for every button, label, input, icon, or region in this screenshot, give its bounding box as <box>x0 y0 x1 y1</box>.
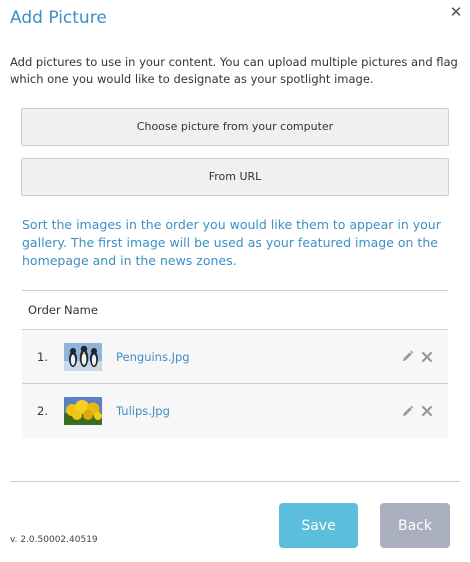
table-row[interactable]: 1. Penguins.Jpg <box>22 330 448 384</box>
file-name-link[interactable]: Penguins.Jpg <box>116 350 400 364</box>
save-button[interactable]: Save <box>279 503 358 548</box>
pictures-table: Order Name 1. Penguins.Jpg 2. Tulips.Jpg <box>22 290 448 438</box>
edit-icon[interactable] <box>400 404 414 418</box>
table-row[interactable]: 2. Tulips.Jpg <box>22 384 448 438</box>
row-actions <box>400 404 434 418</box>
row-order: 1. <box>37 349 48 364</box>
tulips-thumbnail <box>64 397 102 425</box>
edit-icon[interactable] <box>400 350 414 364</box>
footer-divider <box>10 481 460 482</box>
intro-text: Add pictures to use in your content. You… <box>10 55 458 86</box>
version-label: v. 2.0.50002.40519 <box>10 535 98 545</box>
from-url-button[interactable]: From URL <box>21 158 449 196</box>
penguins-thumbnail <box>64 342 102 371</box>
file-name-link[interactable]: Tulips.Jpg <box>116 404 400 418</box>
close-icon[interactable]: ✕ <box>448 4 464 20</box>
dialog-title: Add Picture <box>10 8 107 28</box>
add-picture-dialog: Add Picture ✕ Add pictures to use in you… <box>0 0 470 562</box>
row-order: 2. <box>37 404 48 418</box>
table-header: Order Name <box>22 290 448 330</box>
delete-icon[interactable] <box>420 350 434 364</box>
row-actions <box>400 350 434 364</box>
choose-picture-button[interactable]: Choose picture from your computer <box>21 108 449 146</box>
sort-instructions: Sort the images in the order you would l… <box>22 217 441 268</box>
back-button[interactable]: Back <box>380 503 450 548</box>
order-column-header: Order <box>28 303 61 317</box>
name-column-header: Name <box>64 303 98 317</box>
delete-icon[interactable] <box>420 404 434 418</box>
